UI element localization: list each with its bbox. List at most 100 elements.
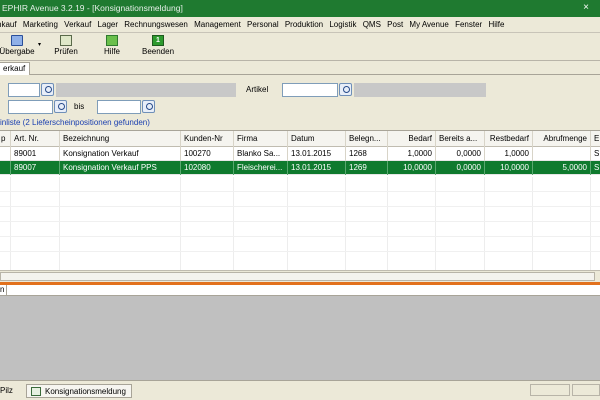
grid-row-line — [0, 251, 600, 252]
upload-button[interactable]: Übergabe — [0, 35, 36, 59]
delivery-items-table: p Art. Nr. Bezeichnung Kunden-Nr Firma D… — [0, 130, 600, 270]
artikel-field[interactable] — [282, 83, 338, 97]
help-icon — [106, 35, 118, 46]
menu-marketing[interactable]: Marketing — [23, 17, 62, 32]
help-button[interactable]: Hilfe — [100, 35, 124, 59]
menu-fenster[interactable]: Fenster — [455, 17, 486, 32]
cell-bezeichnung: Konsignation Verkauf — [60, 147, 181, 161]
table-header: p Art. Nr. Bezeichnung Kunden-Nr Firma D… — [0, 131, 600, 147]
menu-bar: nkauf Marketing Verkauf Lager Rechnungsw… — [0, 17, 600, 33]
cell-e: S — [591, 147, 600, 161]
upload-icon — [11, 35, 23, 46]
cell-datum: 13.01.2015 — [288, 161, 346, 175]
col-art-nr[interactable]: Art. Nr. — [11, 131, 60, 147]
col-datum[interactable]: Datum — [288, 131, 346, 147]
exit-icon: 1 — [152, 35, 164, 46]
menu-logistik[interactable]: Logistik — [329, 17, 360, 32]
col-e[interactable]: E — [591, 131, 600, 147]
status-panel — [530, 384, 570, 396]
taskbar-item-pilz[interactable]: Pilz — [0, 384, 13, 398]
artikel-lookup-icon[interactable] — [339, 83, 352, 96]
table-row[interactable]: 89001 Konsignation Verkauf 100270 Blanko… — [0, 147, 600, 161]
detail-header: n — [0, 285, 600, 296]
cell-bereits: 0,0000 — [436, 147, 485, 161]
menu-hilfe[interactable]: Hilfe — [488, 17, 508, 32]
date-to-field[interactable] — [97, 100, 141, 114]
cell-art-nr: 89001 — [11, 147, 60, 161]
check-icon — [60, 35, 72, 46]
menu-management[interactable]: Management — [194, 17, 245, 32]
result-summary: inliste (2 Lieferscheinpositionen gefund… — [0, 118, 150, 127]
col-abrufmenge[interactable]: Abrufmenge — [533, 131, 591, 147]
menu-post[interactable]: Post — [387, 17, 407, 32]
close-icon[interactable]: × — [578, 2, 594, 15]
cell-firma: Blanko Sa... — [234, 147, 288, 161]
tab-verkauf[interactable]: erkauf — [0, 62, 31, 75]
menu-rechnungswesen[interactable]: Rechnungswesen — [124, 17, 192, 32]
cell-e: S — [591, 161, 600, 175]
taskbar-label: Konsignationsmeldung — [45, 387, 126, 396]
date-from-field[interactable] — [8, 100, 53, 114]
filter-field-1[interactable] — [8, 83, 40, 97]
cell-restbedarf: 10,0000 — [485, 161, 533, 175]
cell-p — [0, 147, 11, 161]
col-restbedarf[interactable]: Restbedarf — [485, 131, 533, 147]
grid-row-line — [0, 221, 600, 222]
col-kunden-nr[interactable]: Kunden-Nr — [181, 131, 234, 147]
menu-personal[interactable]: Personal — [247, 17, 283, 32]
bis-label: bis — [74, 102, 85, 111]
cell-beleg: 1268 — [346, 147, 388, 161]
menu-produktion[interactable]: Produktion — [285, 17, 327, 32]
cell-firma: Fleischerei... — [234, 161, 288, 175]
cell-restbedarf: 1,0000 — [485, 147, 533, 161]
toolbar: Übergabe ▾ Prüfen Hilfe 1 Beenden — [0, 33, 600, 61]
menu-my-avenue[interactable]: My Avenue — [409, 17, 452, 32]
exit-button[interactable]: 1 Beenden — [140, 35, 176, 59]
lookup-icon[interactable] — [41, 83, 54, 96]
artikel-label: Artikel — [246, 85, 269, 94]
artikel-description — [354, 83, 486, 97]
grid-row-line — [0, 191, 600, 192]
cell-abrufmenge[interactable] — [533, 147, 591, 161]
document-tabs: erkauf — [0, 61, 600, 75]
col-firma[interactable]: Firma — [234, 131, 288, 147]
cell-p — [0, 161, 11, 175]
cell-bedarf: 1,0000 — [388, 147, 436, 161]
status-bar: Pilz Konsignationsmeldung — [0, 380, 600, 400]
cell-bezeichnung: Konsignation Verkauf PPS — [60, 161, 181, 175]
cell-kunden-nr: 100270 — [181, 147, 234, 161]
calendar-from-icon[interactable] — [54, 100, 67, 113]
col-bedarf[interactable]: Bedarf — [388, 131, 436, 147]
check-label: Prüfen — [54, 47, 78, 56]
menu-einkauf[interactable]: nkauf — [0, 17, 21, 32]
scrollbar-thumb[interactable] — [0, 272, 595, 281]
upload-label: Übergabe — [0, 47, 35, 56]
help-label: Hilfe — [103, 47, 120, 56]
detail-tab[interactable]: n — [0, 285, 7, 296]
calendar-to-icon[interactable] — [142, 100, 155, 113]
detail-pane — [0, 296, 600, 380]
window-icon — [31, 387, 41, 396]
cell-bereits: 0,0000 — [436, 161, 485, 175]
col-beleg[interactable]: Belegn... — [346, 131, 388, 147]
table-row-selected[interactable]: 89007 Konsignation Verkauf PPS 102080 Fl… — [0, 161, 600, 175]
taskbar-item-konsignationsmeldung[interactable]: Konsignationsmeldung — [26, 384, 132, 398]
filter-field-1-description — [56, 83, 236, 97]
cell-abrufmenge[interactable]: 5,0000 — [533, 161, 591, 175]
col-bezeichnung[interactable]: Bezeichnung — [60, 131, 181, 147]
cell-beleg: 1269 — [346, 161, 388, 175]
horizontal-scrollbar[interactable] — [0, 270, 600, 282]
grid-row-line — [0, 236, 600, 237]
menu-verkauf[interactable]: Verkauf — [64, 17, 95, 32]
menu-lager[interactable]: Lager — [98, 17, 122, 32]
chevron-down-icon[interactable]: ▾ — [38, 41, 41, 48]
menu-qms[interactable]: QMS — [363, 17, 385, 32]
check-button[interactable]: Prüfen — [52, 35, 80, 59]
col-bereits[interactable]: Bereits a... — [436, 131, 485, 147]
cell-bedarf: 10,0000 — [388, 161, 436, 175]
window-title: EPHIR Avenue 3.2.19 - [Konsignationsmeld… — [2, 3, 183, 13]
title-bar: EPHIR Avenue 3.2.19 - [Konsignationsmeld… — [0, 0, 600, 17]
col-p[interactable]: p — [0, 131, 11, 147]
status-panel — [572, 384, 600, 396]
grid-row-line — [0, 206, 600, 207]
